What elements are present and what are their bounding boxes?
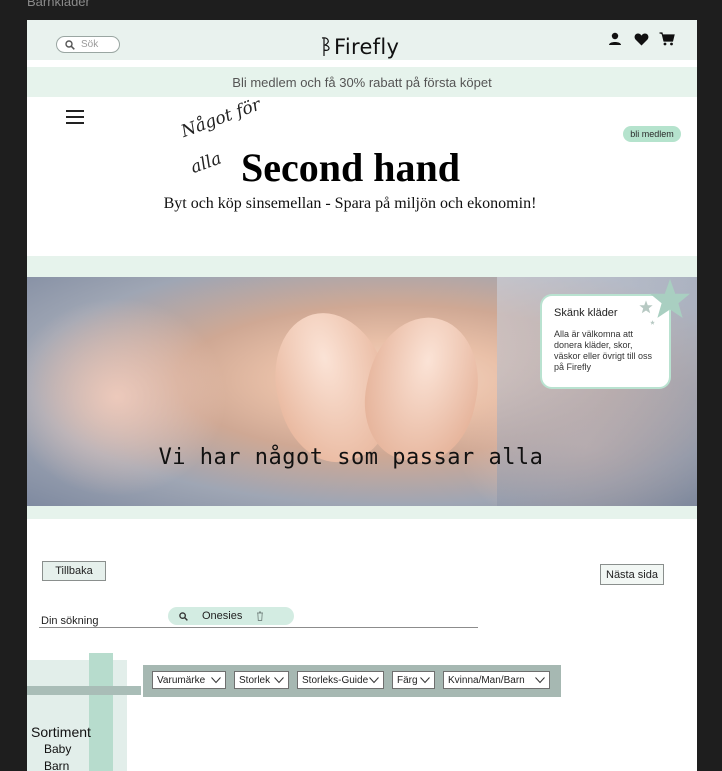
sidebar-title: Sortiment xyxy=(31,724,91,740)
logo-text: Firefly xyxy=(334,35,400,59)
butterfly-icon xyxy=(321,37,330,56)
filter-label: Färg xyxy=(397,674,418,686)
search-input[interactable]: Sök xyxy=(56,36,120,53)
search-query-text: Onesies xyxy=(202,610,243,622)
donate-text: Alla är välkomna att donera kläder, skor… xyxy=(554,329,653,372)
search-underline xyxy=(39,627,478,628)
sidebar-accent xyxy=(27,686,141,695)
filter-gender[interactable]: Kvinna/Man/Barn xyxy=(443,671,550,689)
header-icons xyxy=(607,31,675,47)
member-button[interactable]: bli medlem xyxy=(623,126,681,142)
filter-color[interactable]: Färg xyxy=(392,671,435,689)
filter-label: Storlek xyxy=(239,674,271,686)
filter-size-guide[interactable]: Storleks-Guide xyxy=(297,671,384,689)
search-query-chip[interactable]: Onesies xyxy=(168,607,294,625)
chevron-down-icon xyxy=(274,677,284,684)
user-icon[interactable] xyxy=(607,31,623,47)
chevron-down-icon xyxy=(535,677,545,684)
cart-icon[interactable] xyxy=(659,31,675,47)
heart-icon[interactable] xyxy=(633,31,649,47)
sidebar-item-barn[interactable]: Barn xyxy=(44,759,69,771)
search-placeholder: Sök xyxy=(81,39,99,50)
promo-banner[interactable]: Bli medlem och få 30% rabatt på första k… xyxy=(27,67,697,97)
next-page-button[interactable]: Nästa sida xyxy=(600,564,664,585)
filter-bar: Varumärke Storlek Storleks-Guide Färg Kv… xyxy=(143,665,561,697)
sidebar-accent xyxy=(89,653,113,771)
star-icon xyxy=(639,300,653,314)
page: Sök Firefly Bli medlem och få 30% rabatt… xyxy=(27,20,697,771)
filter-label: Storleks-Guide xyxy=(302,674,369,686)
filter-label: Varumärke xyxy=(157,674,206,686)
chevron-down-icon xyxy=(420,677,430,684)
star-icon xyxy=(650,320,655,325)
chevron-down-icon xyxy=(369,677,379,684)
trash-icon[interactable] xyxy=(256,611,264,621)
top-bar: Sök Firefly xyxy=(27,20,697,60)
search-icon xyxy=(179,611,188,621)
logo[interactable]: Firefly xyxy=(320,24,399,58)
star-icon xyxy=(650,279,690,318)
page-subtitle: Byt och köp sinsemellan - Spara på miljö… xyxy=(163,195,537,212)
page-title: Second hand xyxy=(241,145,460,190)
frame-title: Barnkläder xyxy=(27,0,90,9)
filter-size[interactable]: Storlek xyxy=(234,671,289,689)
sidebar-item-baby[interactable]: Baby xyxy=(44,742,71,756)
divider-strip xyxy=(27,506,697,519)
filter-label: Kvinna/Man/Barn xyxy=(448,674,525,686)
divider-strip xyxy=(27,256,697,277)
menu-icon[interactable] xyxy=(66,110,84,124)
back-button[interactable]: Tillbaka xyxy=(42,561,106,581)
chevron-down-icon xyxy=(211,677,221,684)
tagline-script-line2: alla xyxy=(188,148,225,178)
tagline-script-line1: Något för xyxy=(178,94,264,142)
search-label: Din sökning xyxy=(41,615,99,627)
filter-brand[interactable]: Varumärke xyxy=(152,671,226,689)
hero-caption: Vi har något som passar alla xyxy=(158,445,544,470)
search-icon xyxy=(65,39,75,50)
